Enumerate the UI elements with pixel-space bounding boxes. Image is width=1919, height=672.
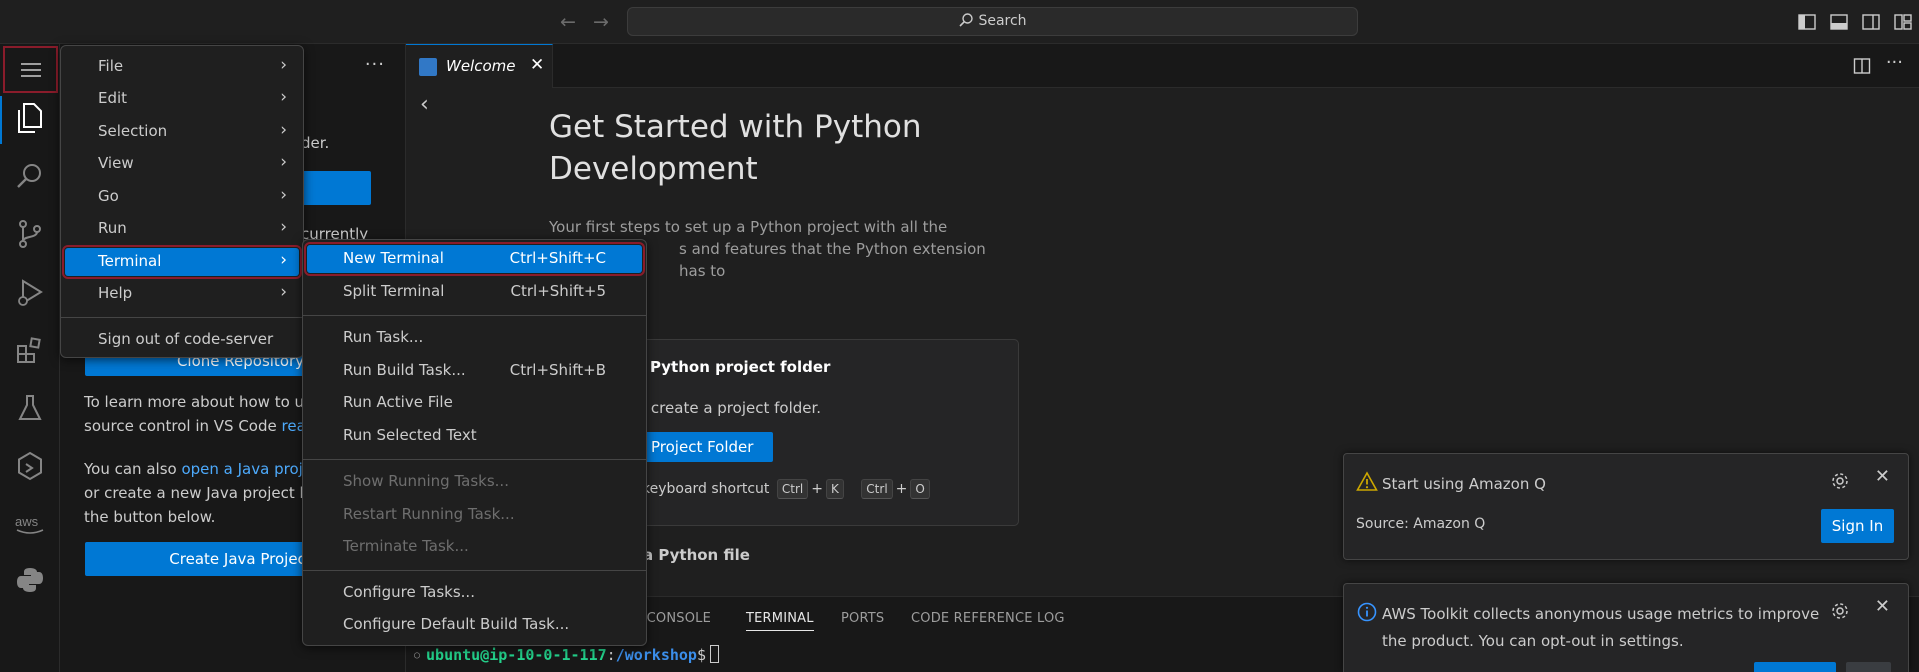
open-folder-button[interactable]	[300, 171, 371, 205]
close-icon[interactable]: ✕	[1875, 466, 1890, 487]
aws-icon[interactable]: aws	[12, 506, 48, 542]
explorer-icon[interactable]	[12, 100, 48, 136]
chevron-right-icon: ›	[280, 217, 287, 237]
menu-item-run-build-task[interactable]: Run Build Task... Ctrl+Shift+B	[307, 357, 642, 385]
notification-message: Start using Amazon Q	[1382, 475, 1546, 493]
editor-tab-bar: Welcome ✕ ···	[406, 44, 1919, 88]
menu-separator	[303, 315, 646, 316]
keyboard-shortcut-hint: keyboard shortcut Ctrl + K Ctrl + O	[642, 479, 933, 499]
search-view-icon[interactable]	[12, 158, 48, 194]
application-menu: File › Edit › Selection › View › Go › Run › Te…	[60, 45, 304, 358]
menu-item-run-task[interactable]: Run Task...	[307, 324, 642, 352]
toggle-secondary-sidebar-icon[interactable]	[1861, 12, 1881, 32]
menu-item-sign-out[interactable]: Sign out of code-server	[65, 326, 299, 354]
step-title: Python project folder	[650, 358, 831, 376]
terminal-prompt[interactable]: ○ ubuntu@ip-10-0-1-117:/workshop$	[414, 645, 719, 664]
walkthrough-title: Get Started with Python Development	[549, 109, 922, 187]
toggle-panel-icon[interactable]	[1829, 12, 1849, 32]
menu-item-run-active-file[interactable]: Run Active File	[307, 389, 642, 417]
run-debug-icon[interactable]	[12, 274, 48, 310]
close-icon[interactable]: ✕	[530, 55, 544, 75]
menu-item-new-terminal[interactable]: New Terminal Ctrl+Shift+C	[304, 242, 645, 276]
menu-item-selection[interactable]: Selection ›	[65, 118, 299, 146]
editor-more-actions-icon[interactable]: ···	[1886, 52, 1903, 73]
menu-item-show-running-tasks: Show Running Tasks...	[343, 472, 509, 490]
gear-icon[interactable]	[1830, 471, 1850, 491]
sidebar-text-fragment: der.	[301, 134, 330, 152]
primary-action-button[interactable]	[1754, 662, 1836, 672]
secondary-action-button[interactable]	[1846, 662, 1891, 672]
tab-label: Welcome	[446, 57, 516, 75]
chevron-right-icon: ›	[280, 152, 287, 172]
menu-item-file[interactable]: File ›	[65, 53, 299, 81]
terminal-decoration-icon: ○	[414, 650, 421, 661]
chevron-right-icon: ›	[280, 87, 287, 107]
python-icon[interactable]	[12, 562, 48, 598]
svg-text:aws: aws	[15, 514, 39, 529]
menu-item-run-selected-text[interactable]: Run Selected Text	[307, 422, 642, 450]
application-menu-button[interactable]	[3, 46, 58, 93]
more-actions-icon[interactable]: ···	[365, 54, 385, 75]
info-icon	[1357, 602, 1377, 622]
activity-bar: aws	[0, 44, 60, 672]
open-java-project-link[interactable]: open a Java proje	[181, 460, 312, 478]
customize-layout-icon[interactable]	[1893, 12, 1913, 32]
menu-separator	[303, 570, 646, 571]
menu-item-terminal[interactable]: Terminal ›	[62, 245, 302, 279]
chevron-left-icon[interactable]: ‹	[420, 92, 429, 117]
menu-item-configure-default-build-task[interactable]: Configure Default Build Task...	[307, 611, 642, 639]
chevron-right-icon: ›	[280, 250, 287, 270]
hamburger-menu-icon	[20, 62, 41, 77]
menu-separator	[61, 317, 303, 318]
tab-ports[interactable]: PORTS	[841, 611, 884, 626]
active-indicator	[0, 96, 2, 144]
chevron-right-icon: ›	[280, 282, 287, 302]
notification-source: Source: Amazon Q	[1356, 516, 1486, 532]
menu-separator	[303, 459, 646, 460]
split-editor-icon[interactable]	[1853, 57, 1871, 75]
aws-toolkit-notification: AWS Toolkit collects anonymous usage met…	[1343, 583, 1909, 672]
menu-item-help[interactable]: Help ›	[65, 280, 299, 308]
source-control-help-text: To learn more about how to us source con…	[84, 393, 316, 435]
tab-terminal[interactable]: TERMINAL	[746, 611, 814, 631]
java-help-text: You can also open a Java proje or create…	[84, 460, 318, 526]
chevron-right-icon: ›	[280, 55, 287, 75]
source-control-icon[interactable]	[12, 216, 48, 252]
menu-item-go[interactable]: Go ›	[65, 183, 299, 211]
menu-item-configure-tasks[interactable]: Configure Tasks...	[307, 579, 642, 607]
tab-welcome[interactable]: Welcome ✕	[406, 44, 553, 88]
menu-item-view[interactable]: View ›	[65, 150, 299, 178]
search-placeholder: Search	[978, 13, 1027, 29]
step-title-python-file[interactable]: a Python file	[643, 546, 750, 564]
close-icon[interactable]: ✕	[1875, 596, 1890, 617]
chevron-right-icon: ›	[280, 185, 287, 205]
title-bar: ← → Search	[0, 0, 1919, 44]
tab-code-reference-log[interactable]: CODE REFERENCE LOG	[911, 611, 1065, 626]
step-description: r create a project folder.	[640, 399, 822, 417]
menu-item-terminate-task: Terminate Task...	[343, 537, 469, 555]
sign-in-button[interactable]: Sign In	[1821, 509, 1894, 543]
command-center-search[interactable]: Search	[627, 7, 1358, 36]
open-project-folder-button[interactable]: Project Folder	[635, 432, 773, 462]
warning-icon	[1356, 471, 1378, 491]
notification-message: AWS Toolkit collects anonymous usage met…	[1382, 605, 1820, 650]
menu-item-edit[interactable]: Edit ›	[65, 85, 299, 113]
gear-icon[interactable]	[1830, 601, 1850, 621]
menu-item-split-terminal[interactable]: Split Terminal Ctrl+Shift+5	[307, 278, 642, 306]
back-arrow-icon[interactable]: ←	[556, 11, 580, 33]
terminal-cursor	[710, 645, 719, 663]
testing-flask-icon[interactable]	[12, 390, 48, 426]
forward-arrow-icon[interactable]: →	[589, 11, 613, 33]
terminal-submenu: New Terminal Ctrl+Shift+C Split Terminal C…	[302, 239, 647, 646]
welcome-tab-icon	[419, 58, 437, 76]
hexagon-extension-icon[interactable]	[12, 448, 48, 484]
chevron-right-icon: ›	[280, 120, 287, 140]
extensions-icon[interactable]	[12, 332, 48, 368]
amazon-q-notification: Start using Amazon Q ✕ Source: Amazon Q …	[1343, 453, 1909, 560]
menu-item-run[interactable]: Run ›	[65, 215, 299, 243]
toggle-primary-sidebar-icon[interactable]	[1797, 12, 1817, 32]
search-icon	[959, 13, 974, 27]
menu-item-restart-running-task: Restart Running Task...	[343, 505, 515, 523]
